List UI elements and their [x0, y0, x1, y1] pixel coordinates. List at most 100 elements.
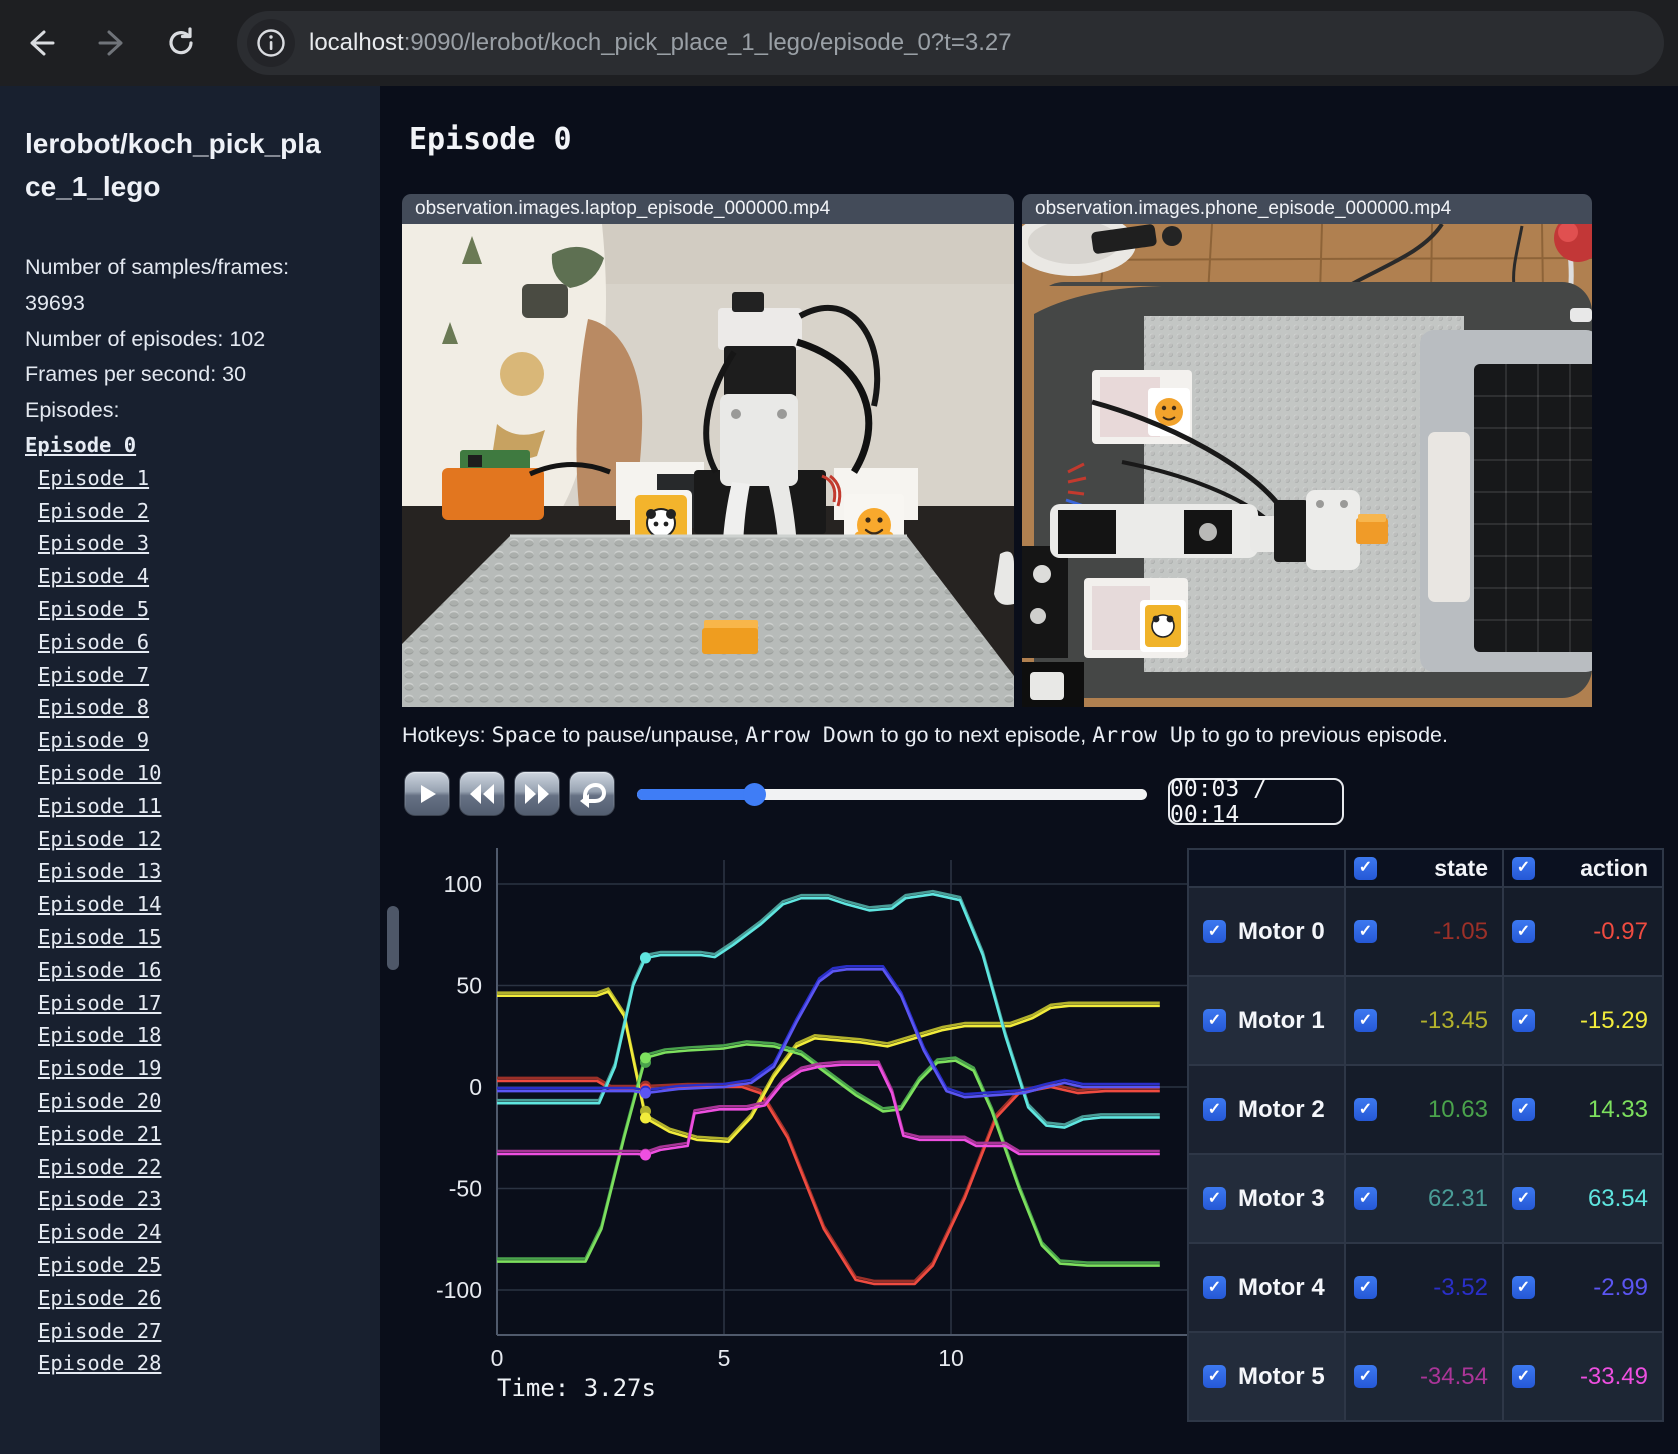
motor-action-cell: 63.54: [1503, 1154, 1663, 1243]
dataset-title: lerobot/koch_pick_place_1_lego: [25, 128, 321, 202]
browser-forward-button[interactable]: [92, 22, 134, 64]
motor-state-cell: -1.05: [1345, 887, 1503, 976]
motor-action-cell: -0.97: [1503, 887, 1663, 976]
motor-name-cell: Motor 0: [1188, 887, 1345, 976]
sidebar-episode-link[interactable]: Episode 19: [38, 1052, 161, 1085]
svg-text:100: 100: [444, 871, 482, 897]
sidebar-episode-link[interactable]: Episode 7: [38, 659, 149, 692]
fast-forward-button[interactable]: [514, 771, 560, 816]
sidebar-episode-link[interactable]: Episode 25: [38, 1249, 161, 1282]
loop-icon: [580, 782, 607, 808]
table-row: Motor 4 -3.52 -2.99: [1188, 1243, 1663, 1332]
motor-state-cell: -34.54: [1345, 1332, 1503, 1421]
site-info-button[interactable]: [247, 19, 295, 67]
sidebar-episode-link[interactable]: Episode 26: [38, 1282, 161, 1315]
sidebar-episode-link[interactable]: Episode 27: [38, 1315, 161, 1348]
motor-state-checkbox[interactable]: [1354, 1276, 1377, 1299]
motor-row-checkbox[interactable]: [1203, 1098, 1226, 1121]
sidebar-episode-link[interactable]: Episode 22: [38, 1151, 161, 1184]
motor-row-checkbox[interactable]: [1203, 1276, 1226, 1299]
motor-row-checkbox[interactable]: [1203, 1009, 1226, 1032]
page-title: Episode 0: [409, 122, 572, 157]
motor-state-checkbox[interactable]: [1354, 1365, 1377, 1388]
motor-action-checkbox[interactable]: [1512, 1365, 1535, 1388]
state-column-label: state: [1434, 854, 1488, 881]
state-column-checkbox[interactable]: [1354, 856, 1377, 880]
sidebar-episode-link[interactable]: Episode 3: [38, 527, 149, 560]
sidebar-episode-link[interactable]: Episode 23: [38, 1183, 161, 1216]
svg-text:0: 0: [469, 1074, 482, 1100]
stat-fps: Frames per second: 30: [25, 362, 247, 387]
svg-text:50: 50: [456, 973, 482, 999]
browser-reload-button[interactable]: [160, 22, 202, 64]
motor-state-value: -13.45: [1419, 1006, 1488, 1034]
scrollbar-thumb[interactable]: [387, 906, 399, 970]
url-path: :9090/lerobot/koch_pick_place_1_lego/epi…: [403, 29, 1012, 56]
motor-state-checkbox[interactable]: [1354, 1098, 1377, 1121]
video-phone-title: observation.images.phone_episode_000000.…: [1022, 194, 1592, 224]
motor-row-checkbox[interactable]: [1203, 1365, 1226, 1388]
sidebar-episode-link[interactable]: Episode 20: [38, 1085, 161, 1118]
motor-action-checkbox[interactable]: [1512, 1009, 1535, 1032]
sidebar-episode-link[interactable]: Episode 18: [38, 1019, 161, 1052]
forward-arrow-icon: [98, 30, 123, 56]
sidebar-episode-link[interactable]: Episode 15: [38, 921, 161, 954]
sidebar-episode-link[interactable]: Episode 17: [38, 987, 161, 1020]
browser-back-button[interactable]: [19, 22, 61, 64]
sidebar-episode-link[interactable]: Episode 1: [38, 462, 149, 495]
motor-chart[interactable]: 100 50 0 -50 -100 0 5 10: [420, 846, 1190, 1406]
motor-action-checkbox[interactable]: [1512, 1187, 1535, 1210]
motor-action-value: -33.49: [1579, 1362, 1648, 1390]
sidebar-episode-link[interactable]: Episode 6: [38, 626, 149, 659]
sidebar-episode-link[interactable]: Episode 12: [38, 823, 161, 856]
loop-button[interactable]: [569, 771, 615, 816]
sidebar-episode-link[interactable]: Episode 4: [38, 560, 149, 593]
episodes-label: Episodes:: [25, 398, 120, 423]
svg-text:-50: -50: [449, 1176, 482, 1202]
motor-state-value: -34.54: [1419, 1362, 1488, 1390]
sidebar-episode-link[interactable]: Episode 2: [38, 495, 149, 528]
svg-text:10: 10: [938, 1345, 964, 1371]
sidebar-episode-link[interactable]: Episode 16: [38, 954, 161, 987]
motor-action-checkbox[interactable]: [1512, 920, 1535, 943]
time-display: 00:03 / 00:14: [1168, 776, 1344, 828]
sidebar-episode-link[interactable]: Episode 8: [38, 691, 149, 724]
motor-state-checkbox[interactable]: [1354, 1009, 1377, 1032]
motor-row-checkbox[interactable]: [1203, 1187, 1226, 1210]
motor-row-checkbox[interactable]: [1203, 920, 1226, 943]
sidebar-episode-link[interactable]: Episode 28: [38, 1347, 161, 1380]
motor-action-cell: 14.33: [1503, 1065, 1663, 1154]
motor-name-label: Motor 0: [1238, 917, 1325, 945]
sidebar-episode-link[interactable]: Episode 5: [38, 593, 149, 626]
table-row: Motor 1 -13.45 -15.29: [1188, 976, 1663, 1065]
motor-action-checkbox[interactable]: [1512, 1276, 1535, 1299]
rewind-button[interactable]: [459, 771, 505, 816]
play-button[interactable]: [404, 771, 450, 816]
rewind-icon: [470, 783, 494, 804]
table-row: Motor 5 -34.54 -33.49: [1188, 1332, 1663, 1421]
sidebar-episode-link[interactable]: Episode 24: [38, 1216, 161, 1249]
sidebar-episode-link[interactable]: Episode 9: [38, 724, 149, 757]
motor-action-cell: -15.29: [1503, 976, 1663, 1065]
reload-icon: [169, 27, 193, 55]
sidebar-episode-link[interactable]: Episode 14: [38, 888, 161, 921]
slider-thumb[interactable]: [743, 783, 767, 806]
sidebar-episode-link[interactable]: Episode 21: [38, 1118, 161, 1151]
action-column-checkbox[interactable]: [1512, 856, 1535, 880]
current-time-label: Time: 3.27s: [497, 1374, 656, 1402]
motor-state-value: -3.52: [1433, 1273, 1488, 1301]
sidebar-episode-link[interactable]: Episode 11: [38, 790, 161, 823]
motor-state-checkbox[interactable]: [1354, 1187, 1377, 1210]
sidebar-episode-link[interactable]: Episode 13: [38, 855, 161, 888]
sidebar-episode-link[interactable]: Episode 10: [38, 757, 161, 790]
address-bar[interactable]: localhost:9090/lerobot/koch_pick_place_1…: [237, 11, 1664, 75]
motor-state-checkbox[interactable]: [1354, 920, 1377, 943]
url-text: localhost:9090/lerobot/koch_pick_place_1…: [309, 29, 1012, 57]
motor-action-checkbox[interactable]: [1512, 1098, 1535, 1121]
browser-toolbar: localhost:9090/lerobot/koch_pick_place_1…: [0, 0, 1678, 86]
table-row: Motor 3 62.31 63.54: [1188, 1154, 1663, 1243]
sidebar-episode-link[interactable]: Episode 0: [25, 429, 136, 462]
info-icon: [257, 29, 285, 57]
playback-slider[interactable]: [637, 783, 1147, 806]
motor-table-body: Motor 0-1.05-0.97Motor 1-13.45-15.29Moto…: [1188, 887, 1663, 1421]
